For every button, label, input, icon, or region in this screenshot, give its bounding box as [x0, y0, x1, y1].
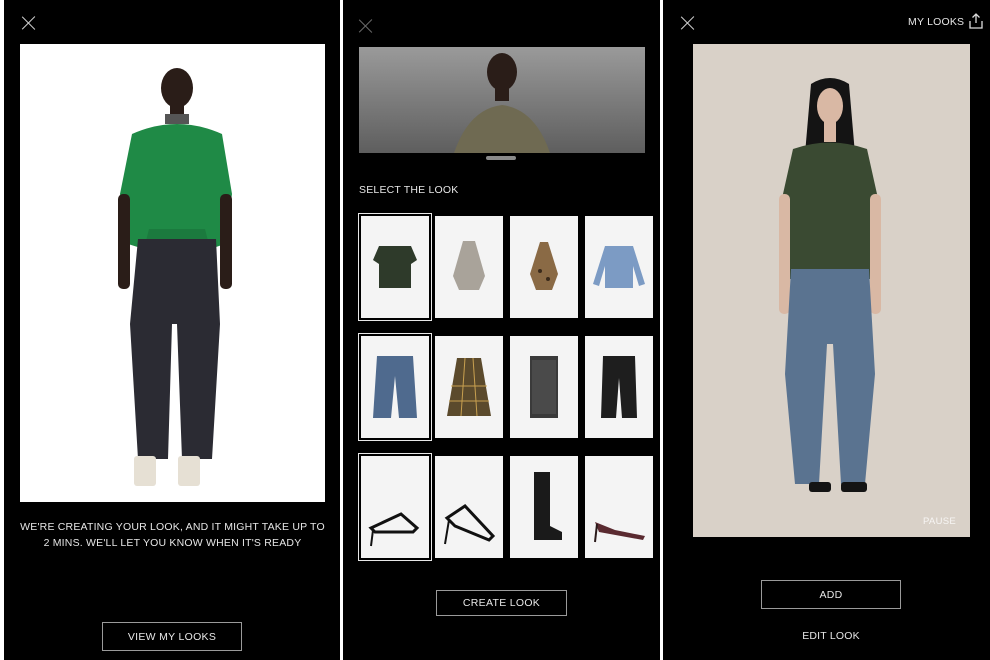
look-item-leopard-halter-top[interactable] — [510, 216, 578, 318]
look-item-burgundy-slingback-heels[interactable] — [585, 456, 653, 558]
share-icon[interactable] — [968, 13, 984, 29]
add-button[interactable]: ADD — [761, 580, 901, 609]
view-my-looks-button[interactable]: VIEW MY LOOKS — [102, 622, 242, 651]
look-item-strappy-sandals[interactable] — [358, 453, 432, 561]
generated-look-photo: PAUSE — [693, 44, 970, 537]
create-look-button[interactable]: CREATE LOOK — [436, 590, 567, 616]
look-result-screen: MY LOOKS PAUSE ADD EDIT LOOK — [663, 0, 990, 660]
look-item-silver-halter-top[interactable] — [435, 216, 503, 318]
look-item-blue-jeans[interactable] — [358, 333, 432, 441]
look-preview — [359, 47, 645, 153]
look-item-plaid-skirt[interactable] — [435, 336, 503, 438]
close-icon[interactable] — [359, 19, 373, 33]
drag-handle[interactable] — [486, 156, 516, 160]
look-item-sequin-skirt[interactable] — [510, 336, 578, 438]
creating-look-screen: WE'RE CREATING YOUR LOOK, AND IT MIGHT T… — [4, 0, 340, 660]
look-item-black-heeled-sandals[interactable] — [435, 456, 503, 558]
select-look-screen: SELECT THE LOOK CREATE LOOK — [343, 0, 660, 660]
edit-look-link[interactable]: EDIT LOOK — [761, 630, 901, 642]
close-icon[interactable] — [681, 16, 695, 30]
section-title: SELECT THE LOOK — [359, 184, 459, 196]
look-item-blue-sweater[interactable] — [585, 216, 653, 318]
look-item-dark-green-top[interactable] — [358, 213, 432, 321]
look-item-black-boots[interactable] — [510, 456, 578, 558]
close-icon[interactable] — [22, 16, 36, 30]
status-message: WE'RE CREATING YOUR LOOK, AND IT MIGHT T… — [20, 521, 325, 549]
look-item-black-cargo-pants[interactable] — [585, 336, 653, 438]
model-photo — [20, 44, 325, 502]
pause-label[interactable]: PAUSE — [923, 516, 956, 527]
my-looks-link[interactable]: MY LOOKS — [908, 16, 964, 28]
